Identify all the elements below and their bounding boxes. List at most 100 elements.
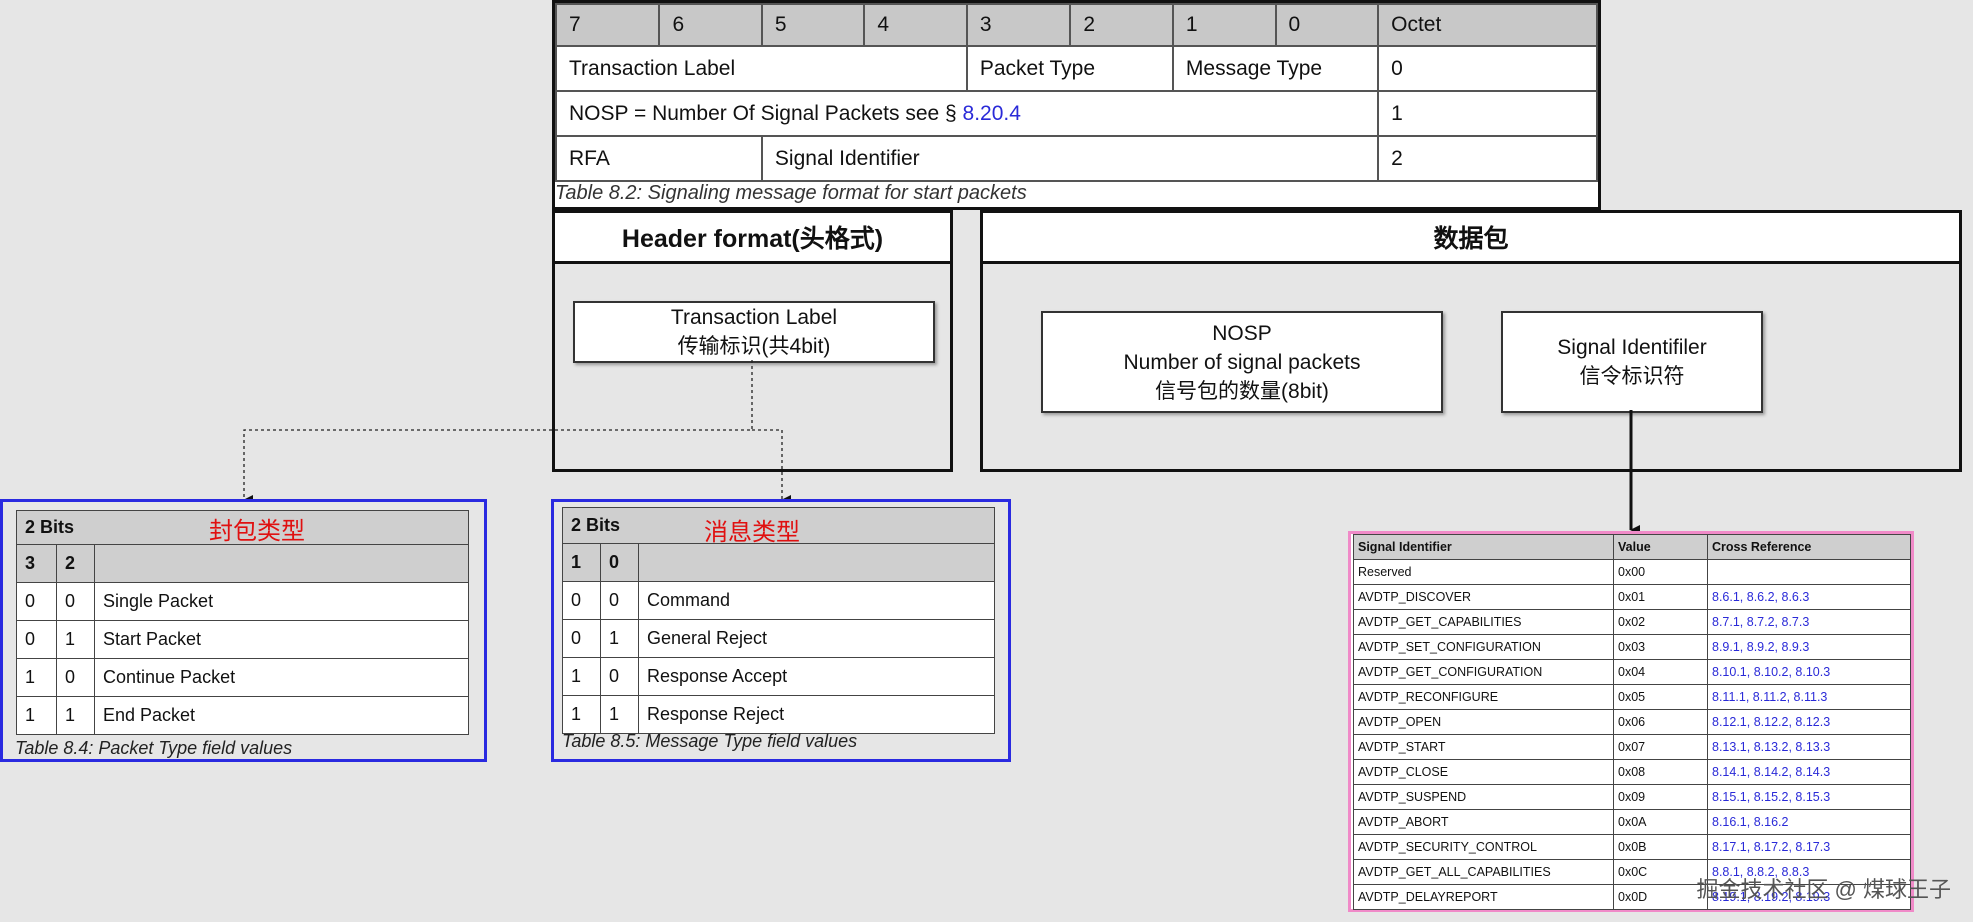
watermark: 掘金技术社区 @ 煤球王子 [1696, 877, 1951, 902]
packet-type-name: Continue Packet [94, 658, 469, 697]
table-row: 1 0 Response Accept [562, 657, 995, 696]
bit-col-header: 0 [600, 543, 639, 582]
table-row: 1 1 End Packet [16, 696, 469, 735]
table-row: AVDTP_CLOSE 0x08 8.14.1, 8.14.2, 8.14.3 [1353, 759, 1911, 785]
bit-col-header: 1 [562, 543, 601, 582]
signal-name: AVDTP_RECONFIGURE [1353, 684, 1614, 710]
bit-value: 0 [56, 658, 95, 697]
message-type-name: Response Accept [638, 657, 995, 696]
table-row: AVDTP_SUSPEND 0x09 8.15.1, 8.15.2, 8.15.3 [1353, 784, 1911, 810]
signal-value: 0x06 [1613, 709, 1708, 735]
column-header-row: 1 0 [562, 543, 995, 582]
table-row: AVDTP_SET_CONFIGURATION 0x03 8.9.1, 8.9.2,… [1353, 634, 1911, 660]
message-type-name: Command [638, 581, 995, 620]
table-row: 1 0 Continue Packet [16, 658, 469, 697]
signal-identifier-table: Signal Identifier Value Cross Reference … [1353, 534, 1911, 910]
cross-reference [1707, 559, 1911, 585]
packet-type-caption: Table 8.4: Packet Type field values [15, 738, 293, 758]
table-row: 1 1 Response Reject [562, 695, 995, 734]
table-row: 0 0 Command [562, 581, 995, 620]
cross-reference[interactable]: 8.16.1, 8.16.2 [1707, 809, 1911, 835]
table-row: AVDTP_RECONFIGURE 0x05 8.11.1, 8.11.2, 8.1… [1353, 684, 1911, 710]
signal-value: 0x05 [1613, 684, 1708, 710]
cross-reference[interactable]: 8.11.1, 8.11.2, 8.11.3 [1707, 684, 1911, 710]
table-row: AVDTP_OPEN 0x06 8.12.1, 8.12.2, 8.12.3 [1353, 709, 1911, 735]
signal-name: AVDTP_SUSPEND [1353, 784, 1614, 810]
table-header-row: Signal Identifier Value Cross Reference [1353, 534, 1911, 560]
packet-type-name: End Packet [94, 696, 469, 735]
bit-col-header: 3 [16, 544, 57, 583]
signal-name: AVDTP_SET_CONFIGURATION [1353, 634, 1614, 660]
signal-name: AVDTP_CLOSE [1353, 759, 1614, 785]
bit-value: 0 [16, 620, 57, 659]
signal-value: 0x04 [1613, 659, 1708, 685]
signal-value: 0x08 [1613, 759, 1708, 785]
message-type-connector [752, 429, 791, 505]
bit-value: 0 [16, 582, 57, 621]
signal-name: AVDTP_SECURITY_CONTROL [1353, 834, 1614, 860]
bit-col-header: 2 [56, 544, 95, 583]
cross-reference[interactable]: 8.15.1, 8.15.2, 8.15.3 [1707, 784, 1911, 810]
bit-value: 1 [562, 695, 601, 734]
signal-name: AVDTP_ABORT [1353, 809, 1614, 835]
signal-name: AVDTP_GET_CONFIGURATION [1353, 659, 1614, 685]
packet-type-name: Single Packet [94, 582, 469, 621]
signal-name: AVDTP_GET_ALL_CAPABILITIES [1353, 859, 1614, 885]
column-header: Cross Reference [1707, 534, 1911, 560]
signal-identifier-frame: Signal Identifier Value Cross Reference … [1348, 531, 1914, 912]
cross-reference[interactable]: 8.14.1, 8.14.2, 8.14.3 [1707, 759, 1911, 785]
signal-value: 0x0A [1613, 809, 1708, 835]
table-row: 0 0 Single Packet [16, 582, 469, 621]
packet-type-frame: 2 Bits 3 2 0 0 Single Packet 0 1 Start Packe… [0, 499, 487, 762]
table-row: AVDTP_GET_CONFIGURATION 0x04 8.10.1, 8.10.… [1353, 659, 1911, 685]
signal-value: 0x02 [1613, 609, 1708, 635]
bit-value: 0 [562, 619, 601, 658]
message-type-caption: Table 8.5: Message Type field values [562, 731, 858, 751]
signal-value: 0x01 [1613, 584, 1708, 610]
table-row: AVDTP_GET_CAPABILITIES 0x02 8.7.1, 8.7.2, … [1353, 609, 1911, 635]
signal-value: 0x09 [1613, 784, 1708, 810]
table-row: AVDTP_SECURITY_CONTROL 0x0B 8.17.1, 8.17.2… [1353, 834, 1911, 860]
table-row: Reserved 0x00 [1353, 559, 1911, 585]
table-row: AVDTP_ABORT 0x0A 8.16.1, 8.16.2 [1353, 809, 1911, 835]
bit-value: 0 [600, 581, 639, 620]
bit-value: 1 [56, 696, 95, 735]
message-type-frame: 2 Bits 1 0 0 0 Command 0 1 General Reject 10… [551, 499, 1011, 762]
cross-reference[interactable]: 8.12.1, 8.12.2, 8.12.3 [1707, 709, 1911, 735]
signal-value: 0x0D [1613, 884, 1708, 910]
column-header: Signal Identifier [1353, 534, 1614, 560]
column-header-row: 3 2 [16, 544, 469, 583]
signal-name: AVDTP_DELAYREPORT [1353, 884, 1614, 910]
message-type-name: Response Reject [638, 695, 995, 734]
cross-reference[interactable]: 8.9.1, 8.9.2, 8.9.3 [1707, 634, 1911, 660]
signal-name: AVDTP_DISCOVER [1353, 584, 1614, 610]
signal-name: AVDTP_OPEN [1353, 709, 1614, 735]
message-type-name: General Reject [638, 619, 995, 658]
table-row: 0 1 General Reject [562, 619, 995, 658]
table-row: AVDTP_DISCOVER 0x01 8.6.1, 8.6.2, 8.6.3 [1353, 584, 1911, 610]
value-col-header [94, 544, 469, 583]
bit-value: 1 [600, 695, 639, 734]
cross-reference[interactable]: 8.7.1, 8.7.2, 8.7.3 [1707, 609, 1911, 635]
packet-type-connector [243, 360, 753, 505]
bit-value: 1 [562, 657, 601, 696]
cross-reference[interactable]: 8.13.1, 8.13.2, 8.13.3 [1707, 734, 1911, 760]
packet-type-title: 封包类型 [209, 518, 305, 545]
bit-value: 1 [16, 658, 57, 697]
value-col-header [638, 543, 995, 582]
signal-value: 0x00 [1613, 559, 1708, 585]
signal-name: AVDTP_START [1353, 734, 1614, 760]
bit-value: 1 [56, 620, 95, 659]
cross-reference[interactable]: 8.17.1, 8.17.2, 8.17.3 [1707, 834, 1911, 860]
signal-value: 0x0C [1613, 859, 1708, 885]
bit-value: 0 [56, 582, 95, 621]
signal-name: AVDTP_GET_CAPABILITIES [1353, 609, 1614, 635]
column-header: Value [1613, 534, 1708, 560]
cross-reference[interactable]: 8.6.1, 8.6.2, 8.6.3 [1707, 584, 1911, 610]
signal-value: 0x0B [1613, 834, 1708, 860]
signal-name: Reserved [1353, 559, 1614, 585]
bit-value: 1 [600, 619, 639, 658]
bit-value: 0 [562, 581, 601, 620]
cross-reference[interactable]: 8.10.1, 8.10.2, 8.10.3 [1707, 659, 1911, 685]
bit-value: 0 [600, 657, 639, 696]
